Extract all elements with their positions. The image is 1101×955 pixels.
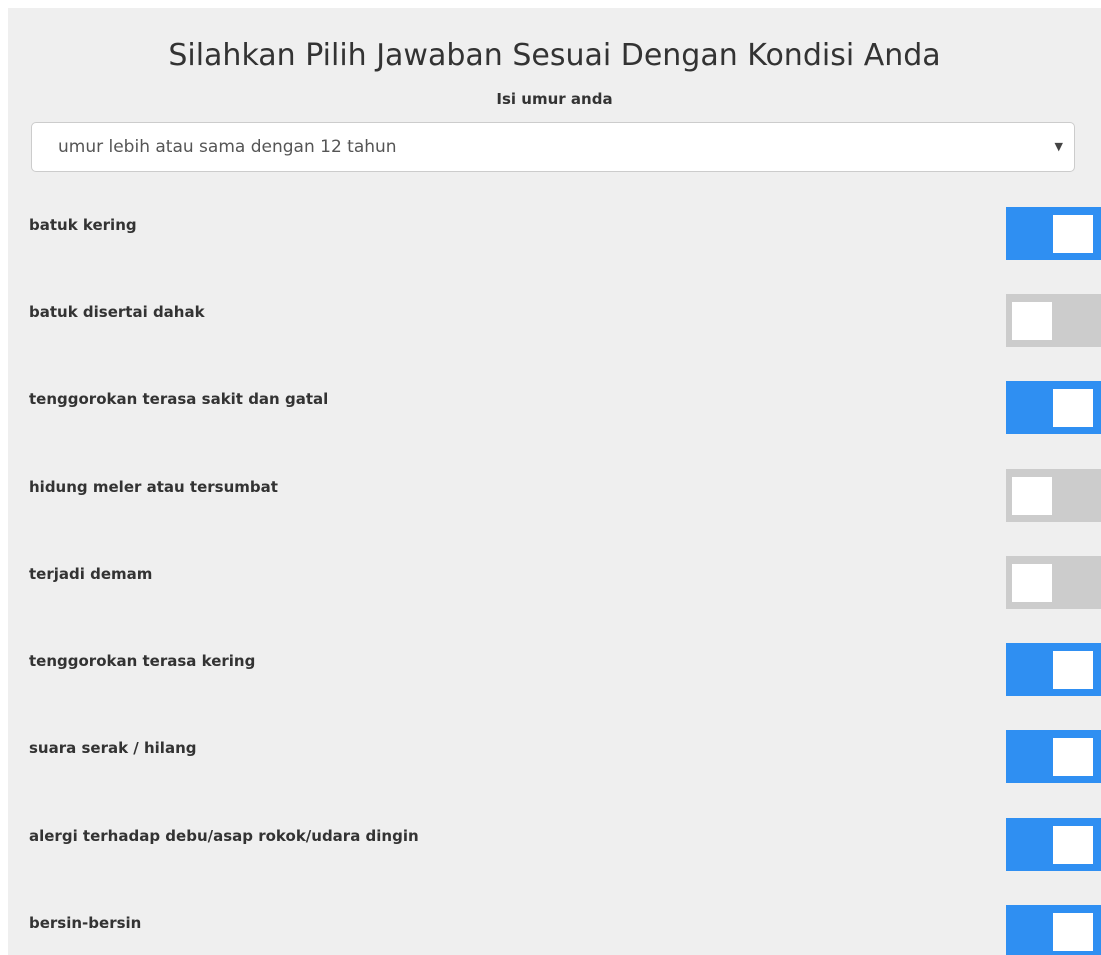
question-row: bersin-bersin	[8, 905, 1101, 955]
age-label: Isi umur anda	[496, 90, 613, 108]
toggle-knob	[1012, 302, 1052, 340]
question-toggle[interactable]	[1006, 730, 1101, 783]
question-toggle[interactable]	[1006, 469, 1101, 522]
question-label: hidung meler atau tersumbat	[29, 478, 278, 496]
question-label: batuk disertai dahak	[29, 303, 205, 321]
question-toggle[interactable]	[1006, 643, 1101, 696]
toggle-knob	[1053, 215, 1093, 253]
toggle-knob	[1053, 738, 1093, 776]
question-row: terjadi demam	[8, 556, 1101, 636]
question-label: batuk kering	[29, 216, 137, 234]
question-label: terjadi demam	[29, 565, 153, 583]
question-toggle[interactable]	[1006, 294, 1101, 347]
question-label: suara serak / hilang	[29, 739, 197, 757]
toggle-knob	[1053, 389, 1093, 427]
caret-down-icon: ▼	[1054, 140, 1063, 153]
age-select[interactable]: umur lebih atau sama dengan 12 tahun ▼	[31, 122, 1075, 172]
question-row: alergi terhadap debu/asap rokok/udara di…	[8, 818, 1101, 898]
toggle-knob	[1053, 913, 1093, 951]
toggle-knob	[1053, 826, 1093, 864]
toggle-knob	[1012, 564, 1052, 602]
question-row: batuk disertai dahak	[8, 294, 1101, 374]
form-panel: Silahkan Pilih Jawaban Sesuai Dengan Kon…	[8, 8, 1101, 955]
age-select-value: umur lebih atau sama dengan 12 tahun	[58, 137, 397, 157]
question-toggle[interactable]	[1006, 818, 1101, 871]
question-label: tenggorokan terasa sakit dan gatal	[29, 390, 329, 408]
toggle-knob	[1053, 651, 1093, 689]
question-label: bersin-bersin	[29, 914, 142, 932]
question-row: tenggorokan terasa sakit dan gatal	[8, 381, 1101, 461]
question-row: batuk kering	[8, 207, 1101, 287]
question-toggle[interactable]	[1006, 207, 1101, 260]
question-toggle[interactable]	[1006, 381, 1101, 434]
question-toggle[interactable]	[1006, 905, 1101, 955]
question-toggle[interactable]	[1006, 556, 1101, 609]
question-row: hidung meler atau tersumbat	[8, 469, 1101, 549]
question-row: tenggorokan terasa kering	[8, 643, 1101, 723]
question-label: tenggorokan terasa kering	[29, 652, 256, 670]
question-row: suara serak / hilang	[8, 730, 1101, 810]
question-label: alergi terhadap debu/asap rokok/udara di…	[29, 827, 419, 845]
toggle-knob	[1012, 477, 1052, 515]
page-title: Silahkan Pilih Jawaban Sesuai Dengan Kon…	[168, 38, 941, 73]
